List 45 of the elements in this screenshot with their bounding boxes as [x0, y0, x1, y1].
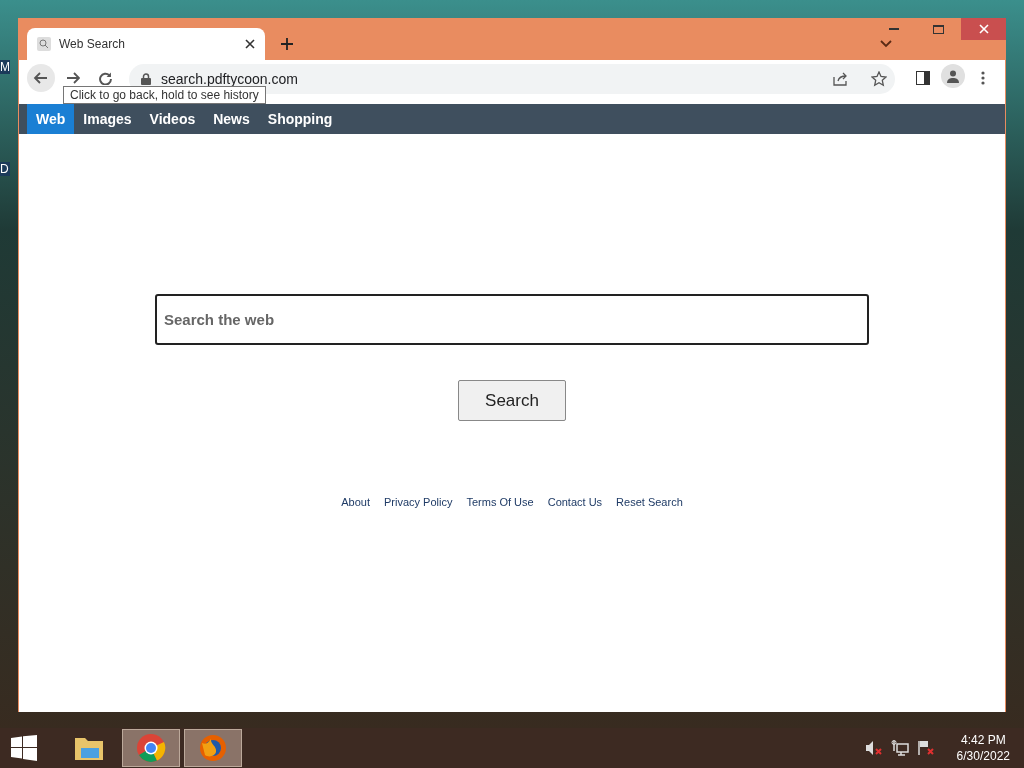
search-field[interactable]: Search the web — [155, 294, 869, 345]
url-text: search.pdftycoon.com — [161, 71, 299, 87]
search-icon — [37, 37, 51, 51]
plus-icon — [280, 37, 294, 51]
clock-date: 6/30/2022 — [956, 748, 1010, 764]
close-icon — [978, 24, 989, 34]
nav-tab[interactable]: Videos — [140, 104, 205, 134]
person-icon — [946, 69, 960, 83]
desktop-icon-label: D — [0, 162, 10, 176]
close-button[interactable] — [961, 18, 1006, 40]
footer-link[interactable]: Privacy Policy — [384, 496, 453, 508]
nav-tab[interactable]: Web — [27, 104, 75, 134]
clock-time: 4:42 PM — [960, 732, 1006, 748]
footer-link[interactable]: Contact Us — [547, 496, 603, 508]
star-icon[interactable] — [871, 71, 887, 87]
lock-icon — [141, 73, 151, 85]
minimize-icon — [888, 27, 899, 31]
footer-link[interactable]: About — [341, 496, 370, 508]
menu-icon — [981, 71, 985, 85]
back-arrow-icon — [33, 70, 49, 86]
maximize-icon — [933, 24, 944, 34]
back-button[interactable] — [27, 64, 55, 92]
forward-arrow-icon — [66, 72, 80, 84]
speaker-muted-icon[interactable] — [864, 740, 883, 756]
profile-button[interactable] — [941, 64, 965, 88]
search-button[interactable]: Search — [458, 380, 566, 421]
network-icon[interactable] — [890, 740, 909, 756]
tab-title: Web Search — [59, 37, 126, 51]
flag-icon[interactable] — [916, 740, 935, 756]
close-icon[interactable] — [245, 39, 255, 49]
footer-link[interactable]: Terms Of Use — [466, 496, 534, 508]
nav-tab[interactable]: Shopping — [258, 104, 342, 134]
side-panel-icon — [916, 71, 930, 85]
windows-logo-icon — [11, 735, 37, 761]
chevron-down-icon — [880, 40, 892, 48]
nav-tab[interactable]: Images — [74, 104, 141, 134]
footer-link[interactable]: Reset Search — [616, 496, 683, 508]
chrome-icon — [136, 733, 166, 763]
browser-tab[interactable]: Web Search — [27, 28, 265, 60]
desktop-icon-label: M — [0, 60, 10, 74]
tooltip: Click to go back, hold to see history — [63, 86, 266, 104]
nav-tab[interactable]: News — [204, 104, 259, 134]
firefox-icon — [198, 733, 228, 763]
share-icon[interactable] — [833, 72, 849, 86]
reload-icon — [98, 71, 112, 85]
